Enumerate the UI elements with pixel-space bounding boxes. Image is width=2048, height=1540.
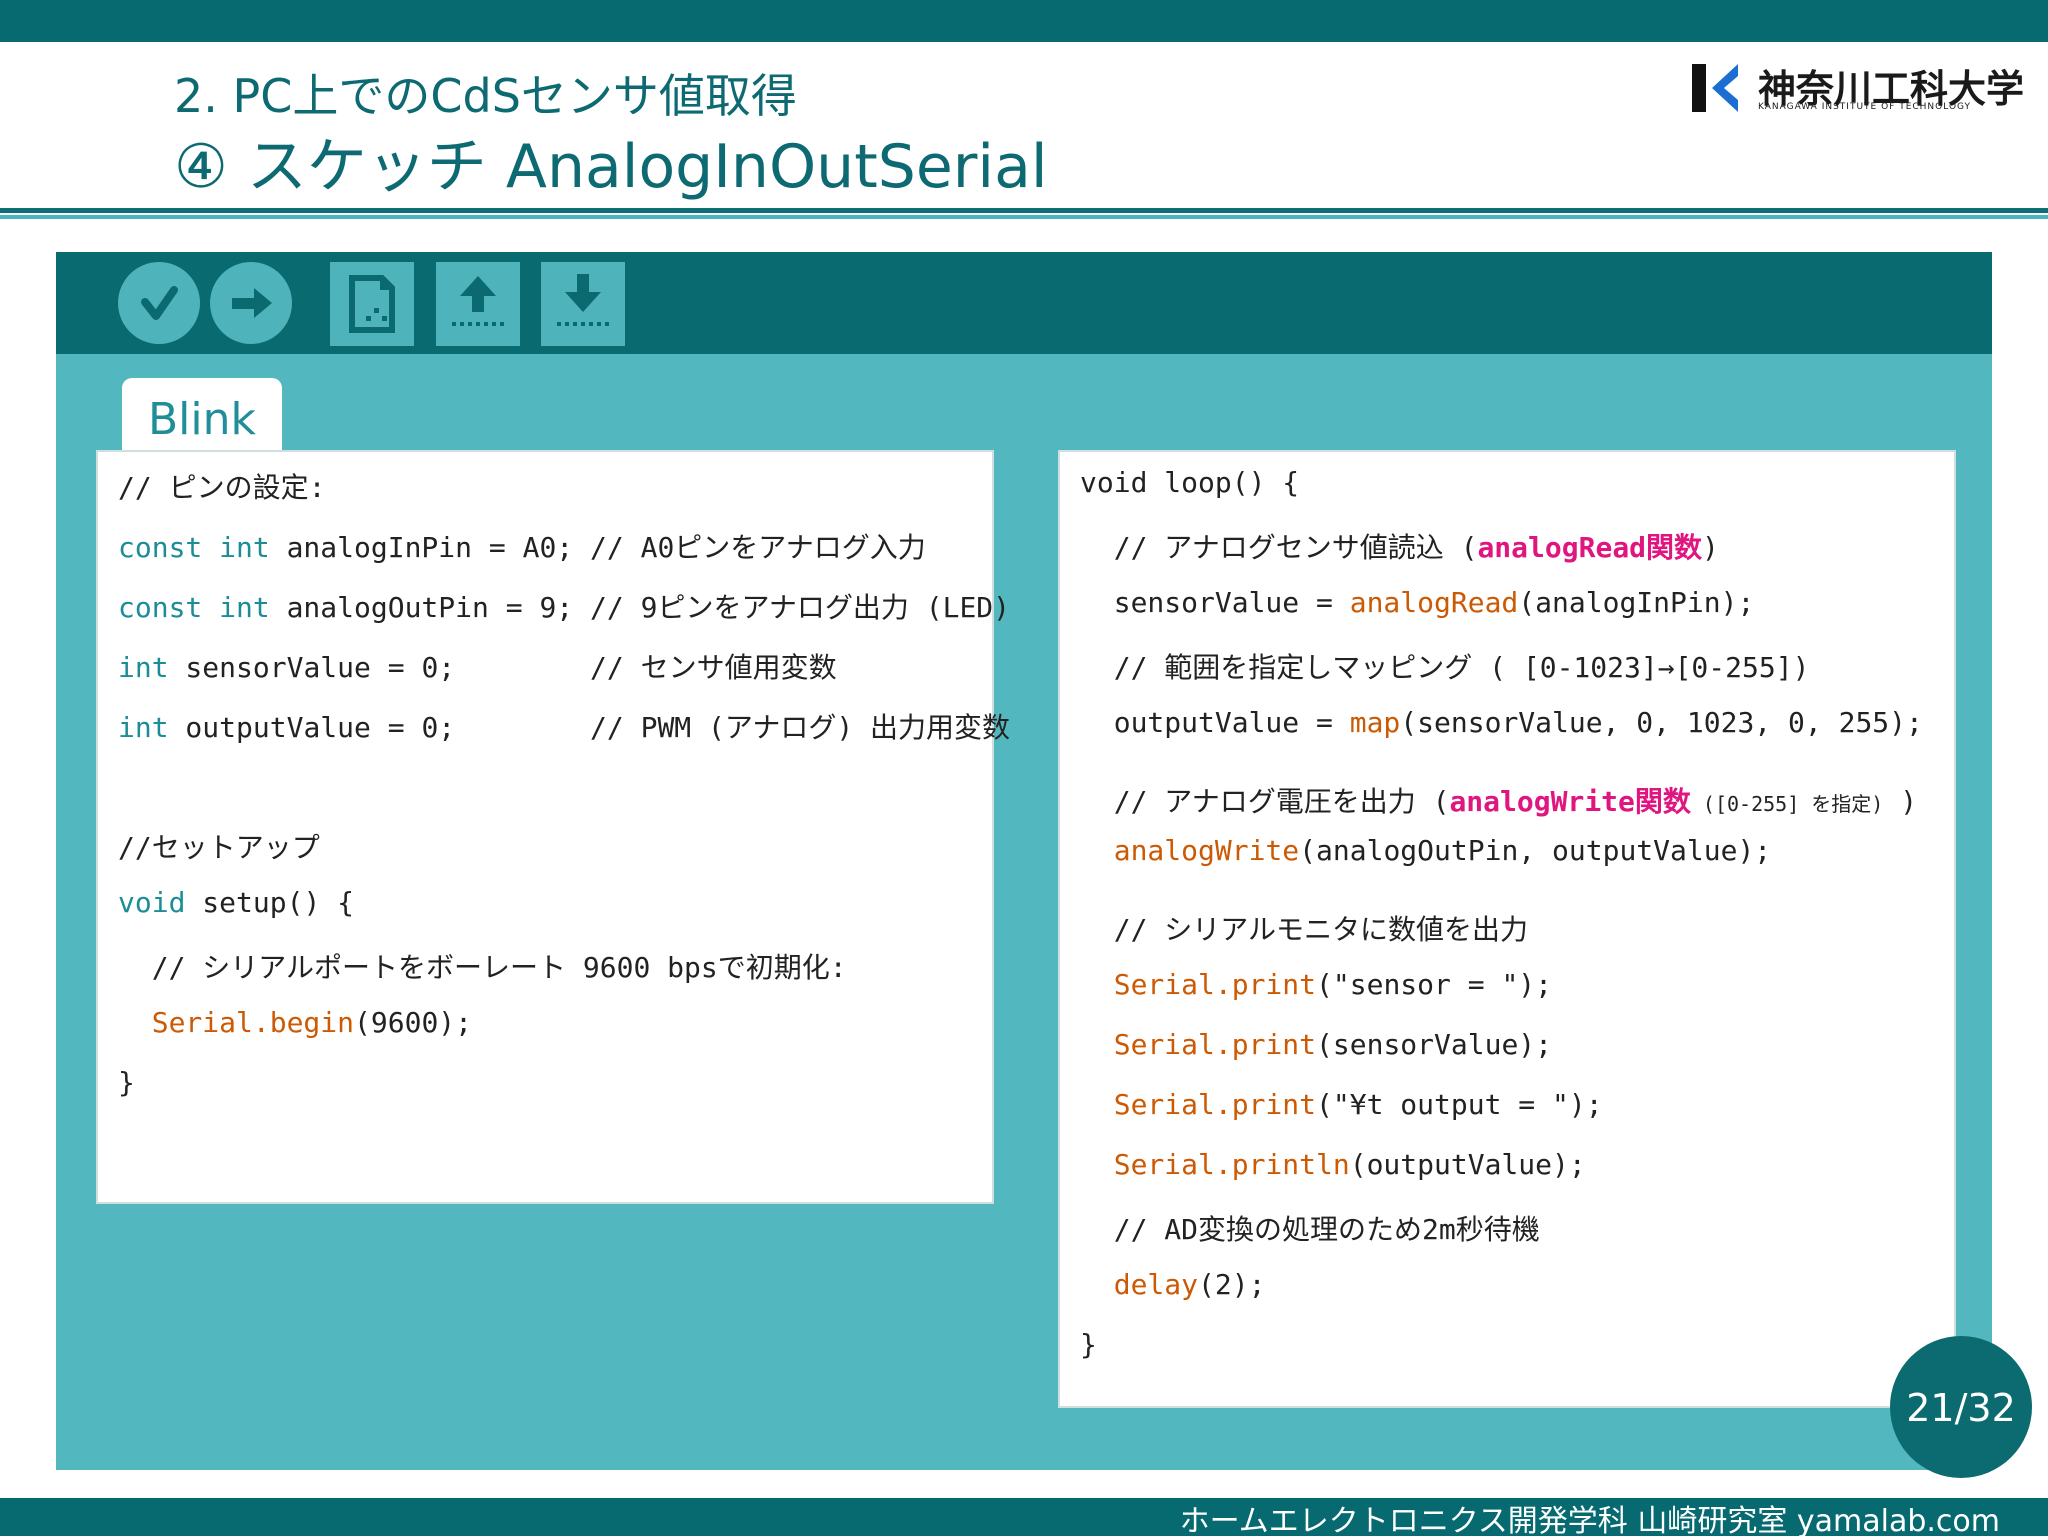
code-text: (sensorValue); bbox=[1316, 1028, 1553, 1061]
code-keyword: const int bbox=[118, 591, 270, 624]
top-bar bbox=[0, 0, 2048, 42]
code-function: analogRead bbox=[1349, 586, 1519, 619]
code-keyword: int bbox=[118, 711, 169, 744]
code-comment: // アナログセンサ値読込 ( bbox=[1080, 531, 1478, 564]
code-text: } bbox=[1080, 1328, 1097, 1361]
document-icon bbox=[349, 275, 395, 333]
code-keyword: int bbox=[118, 651, 169, 684]
code-keyword: const int bbox=[118, 531, 270, 564]
code-function: Serial.begin bbox=[118, 1006, 355, 1039]
code-comment: ) bbox=[1702, 531, 1719, 564]
page-number: 21/32 bbox=[1906, 1386, 2016, 1430]
code-comment: ) bbox=[1883, 785, 1918, 818]
arrow-down-icon bbox=[557, 274, 609, 326]
code-text: (analogInPin); bbox=[1518, 586, 1755, 619]
code-text: (sensorValue, 0, 1023, 0, 255); bbox=[1400, 706, 1923, 739]
code-line: int outputValue = 0; // PWM (アナログ) 出力用変数 bbox=[118, 706, 1010, 746]
code-function: Serial.print bbox=[1080, 1028, 1317, 1061]
code-line: // シリアルポートをボーレート 9600 bpsで初期化: bbox=[118, 946, 847, 986]
logo-subtext: KANAGAWA INSTITUTE OF TECHNOLOGY bbox=[1758, 102, 1972, 112]
open-button[interactable] bbox=[436, 262, 520, 346]
slide-title: ④ スケッチ AnalogInOutSerial bbox=[174, 132, 1048, 202]
code-comment: // シリアルモニタに数値を出力 bbox=[1080, 913, 1529, 946]
code-line: //セットアップ bbox=[118, 826, 320, 866]
save-button[interactable] bbox=[541, 262, 625, 346]
code-function: map bbox=[1349, 706, 1401, 739]
code-line: Serial.println(outputValue); bbox=[1080, 1148, 1586, 1181]
code-function: analogWrite bbox=[1080, 834, 1300, 867]
code-line: outputValue = map(sensorValue, 0, 1023, … bbox=[1080, 706, 1923, 739]
code-line: void loop() { bbox=[1080, 466, 1299, 499]
code-line: } bbox=[1080, 1328, 1097, 1361]
logo-k-icon bbox=[1692, 64, 1738, 112]
code-function: delay bbox=[1080, 1268, 1199, 1301]
arrow-up-icon bbox=[452, 276, 504, 326]
arrow-right-icon bbox=[232, 288, 272, 318]
verify-button[interactable] bbox=[118, 262, 200, 344]
code-line: // シリアルモニタに数値を出力 bbox=[1080, 908, 1528, 948]
code-text: setup() { bbox=[185, 886, 355, 919]
code-editor-left[interactable]: // ピンの設定: const int analogInPin = A0; //… bbox=[96, 450, 1010, 1204]
code-line: // アナログ電圧を出力 (analogWrite関数 ([0-255] を指定… bbox=[1080, 780, 1917, 820]
header-divider-accent bbox=[0, 215, 2048, 219]
code-line: int sensorValue = 0; // センサ値用変数 bbox=[118, 646, 837, 686]
code-line: // アナログセンサ値読込 (analogRead関数) bbox=[1080, 526, 1719, 566]
code-comment: // AD変換の処理のため2m秒待機 bbox=[1080, 1213, 1540, 1246]
code-text: (2); bbox=[1198, 1268, 1266, 1301]
code-line: Serial.print(sensorValue); bbox=[1080, 1028, 1552, 1061]
footer-text: ホームエレクトロニクス開発学科 山崎研究室 yamalab.com bbox=[1179, 1504, 2000, 1539]
code-line: sensorValue = analogRead(analogInPin); bbox=[1080, 586, 1755, 619]
code-function: Serial.print bbox=[1080, 1088, 1317, 1121]
code-keyword: void bbox=[118, 886, 186, 919]
code-editor-right[interactable]: void loop() { // アナログセンサ値読込 (analogRead関… bbox=[1058, 450, 1956, 1408]
code-line: Serial.begin(9600); bbox=[118, 1006, 472, 1039]
ide-window: Blink // ピンの設定: const int analogInPin = … bbox=[56, 252, 1992, 1470]
code-comment: //セットアップ bbox=[118, 831, 320, 864]
code-text: (9600); bbox=[354, 1006, 473, 1039]
code-text: void loop() { bbox=[1080, 466, 1300, 499]
header-divider bbox=[0, 208, 2048, 213]
code-text: (outputValue); bbox=[1349, 1148, 1586, 1181]
code-line: delay(2); bbox=[1080, 1268, 1266, 1301]
code-comment: // 範囲を指定しマッピング ( [0-1023]→[0-255]) bbox=[1080, 651, 1810, 684]
code-highlight: analogRead関数 bbox=[1477, 531, 1703, 564]
code-text: } bbox=[118, 1066, 135, 1099]
code-text: analogInPin = A0; // A0ピンをアナログ入力 bbox=[269, 531, 926, 564]
university-logo: 神奈川工科大学 KANAGAWA INSTITUTE OF TECHNOLOGY bbox=[1690, 62, 2024, 114]
code-comment: // ピンの設定: bbox=[118, 471, 326, 504]
code-function: Serial.println bbox=[1080, 1148, 1350, 1181]
slide-subtitle: 2. PC上でのCdSセンサ値取得 bbox=[174, 69, 797, 123]
code-line: // AD変換の処理のため2m秒待機 bbox=[1080, 1208, 1540, 1248]
code-line: // 範囲を指定しマッピング ( [0-1023]→[0-255]) bbox=[1080, 646, 1810, 686]
tab-label: Blink bbox=[147, 394, 256, 445]
code-text: ("¥t output = "); bbox=[1316, 1088, 1603, 1121]
code-comment: // アナログ電圧を出力 ( bbox=[1080, 785, 1450, 818]
code-text: outputValue = 0; // PWM (アナログ) 出力用変数 bbox=[168, 711, 1011, 744]
code-text: ("sensor = "); bbox=[1316, 968, 1553, 1001]
code-text: analogOutPin = 9; // 9ピンをアナログ出力 (LED) bbox=[269, 591, 1011, 624]
code-line: // ピンの設定: bbox=[118, 466, 325, 506]
code-comment: // シリアルポートをボーレート 9600 bpsで初期化: bbox=[118, 951, 847, 984]
new-sketch-button[interactable] bbox=[330, 262, 414, 346]
code-function: Serial.print bbox=[1080, 968, 1317, 1001]
code-comment-small: ([0-255] を指定) bbox=[1690, 792, 1884, 816]
code-text: outputValue = bbox=[1080, 706, 1350, 739]
upload-button[interactable] bbox=[210, 262, 292, 344]
code-line: } bbox=[118, 1066, 135, 1099]
code-text: sensorValue = 0; // センサ値用変数 bbox=[168, 651, 837, 684]
page-number-badge: 21/32 bbox=[1890, 1336, 2032, 1478]
check-icon bbox=[141, 286, 178, 320]
code-line: const int analogInPin = A0; // A0ピンをアナログ… bbox=[118, 526, 926, 566]
code-line: void setup() { bbox=[118, 886, 354, 919]
code-line: Serial.print("sensor = "); bbox=[1080, 968, 1552, 1001]
code-line: const int analogOutPin = 9; // 9ピンをアナログ出… bbox=[118, 586, 1010, 626]
code-highlight: analogWrite関数 bbox=[1449, 785, 1691, 818]
code-line: analogWrite(analogOutPin, outputValue); bbox=[1080, 834, 1771, 867]
code-text: (analogOutPin, outputValue); bbox=[1299, 834, 1772, 867]
ide-toolbar bbox=[56, 252, 1992, 354]
code-line: Serial.print("¥t output = "); bbox=[1080, 1088, 1603, 1121]
tab-blink[interactable]: Blink bbox=[122, 378, 282, 458]
code-text: sensorValue = bbox=[1080, 586, 1350, 619]
